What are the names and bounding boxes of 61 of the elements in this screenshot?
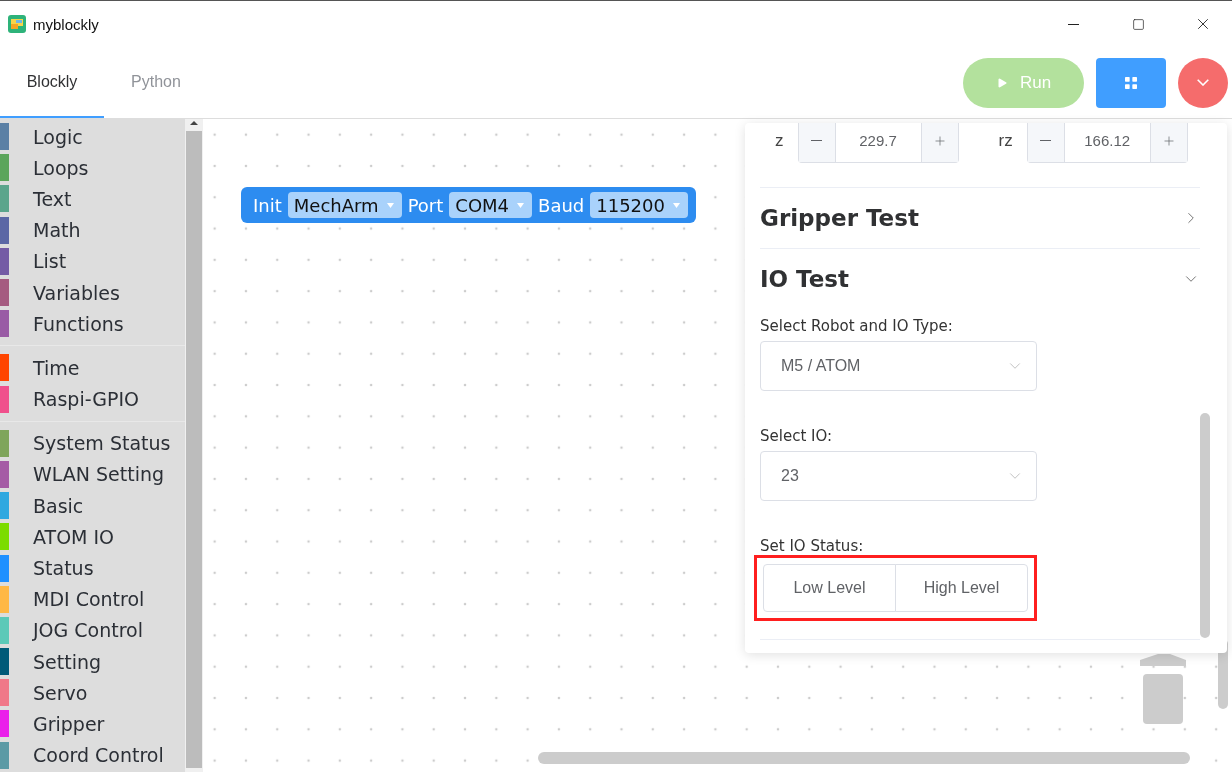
decrement-button[interactable] xyxy=(798,123,835,162)
category-item[interactable]: JOG Control xyxy=(0,614,185,646)
category-item[interactable]: Basic xyxy=(0,490,185,522)
category-item[interactable]: Raspi-GPIO xyxy=(0,383,185,415)
minus-icon xyxy=(1040,140,1052,141)
scrollbar[interactable] xyxy=(185,119,203,772)
field-label: Select IO: xyxy=(760,427,834,445)
dropdown-arrow-icon xyxy=(386,202,394,208)
app-logo-icon xyxy=(8,15,26,33)
category-item[interactable]: Status xyxy=(0,552,185,584)
category-item[interactable]: Logic xyxy=(0,121,185,153)
category-item[interactable]: MDI Control xyxy=(0,583,185,615)
dropdown-arrow-icon xyxy=(517,202,525,208)
number-stepper[interactable]: 166.12 xyxy=(1026,123,1188,163)
dropdown-button[interactable] xyxy=(1178,57,1228,108)
block-dropdown[interactable]: MechArm xyxy=(287,192,402,218)
category-item[interactable]: Time xyxy=(0,352,185,384)
section-header[interactable]: IO Test xyxy=(760,249,1200,309)
dropdown-arrow-icon xyxy=(672,202,680,208)
window-title: myblockly xyxy=(33,15,100,33)
trash-can-icon[interactable] xyxy=(1138,652,1188,724)
grid-button[interactable] xyxy=(1096,57,1166,108)
category-item[interactable]: Functions xyxy=(0,308,185,340)
category-item[interactable]: Loops xyxy=(0,152,185,184)
category-item[interactable]: ATOM IO xyxy=(0,521,185,553)
field-label: Select Robot and IO Type: xyxy=(760,317,954,335)
coord-label: z xyxy=(775,131,784,151)
category-item[interactable]: Coord Control xyxy=(0,739,185,771)
select-field[interactable]: 23 xyxy=(760,451,1037,501)
category-item[interactable]: Servo xyxy=(0,677,185,709)
increment-button[interactable] xyxy=(1150,123,1187,162)
field-label: Set IO Status: xyxy=(760,537,865,555)
minus-icon xyxy=(811,140,822,141)
category-item[interactable]: Setting xyxy=(0,646,185,678)
level-button[interactable]: Low Level xyxy=(763,564,896,612)
category-item[interactable]: System Status xyxy=(0,427,185,459)
chevron-down-icon xyxy=(1197,79,1209,86)
grid-icon xyxy=(1123,74,1139,91)
init-block[interactable]: Init MechArm Port COM4 Baud 115200 xyxy=(241,187,696,223)
category-item[interactable]: Variables xyxy=(0,276,185,309)
category-item[interactable]: Math xyxy=(0,214,185,246)
minimize-icon xyxy=(1067,23,1079,25)
section-header[interactable]: Gripper Test xyxy=(760,188,1200,248)
number-stepper[interactable]: 229.7 xyxy=(797,123,959,163)
plus-icon xyxy=(932,133,947,148)
category-item[interactable]: List xyxy=(0,245,185,277)
block-dropdown[interactable]: COM4 xyxy=(449,192,533,218)
block-dropdown[interactable]: 115200 xyxy=(590,192,688,218)
category-item[interactable]: WLAN Setting xyxy=(0,458,185,491)
scrollbar-thumb[interactable] xyxy=(538,752,1190,764)
select-field[interactable]: M5 / ATOM xyxy=(760,341,1037,391)
maximize-icon xyxy=(1131,17,1145,31)
scroll-up-icon[interactable] xyxy=(189,119,199,127)
level-button[interactable]: High Level xyxy=(895,564,1028,612)
scrollbar-thumb[interactable] xyxy=(1200,413,1210,638)
category-item[interactable]: Gripper xyxy=(0,708,185,740)
plus-icon xyxy=(1161,133,1176,148)
decrement-button[interactable] xyxy=(1027,123,1064,162)
increment-button[interactable] xyxy=(921,123,958,162)
coord-label: rz xyxy=(998,131,1013,151)
category-item[interactable]: Text xyxy=(0,183,185,215)
